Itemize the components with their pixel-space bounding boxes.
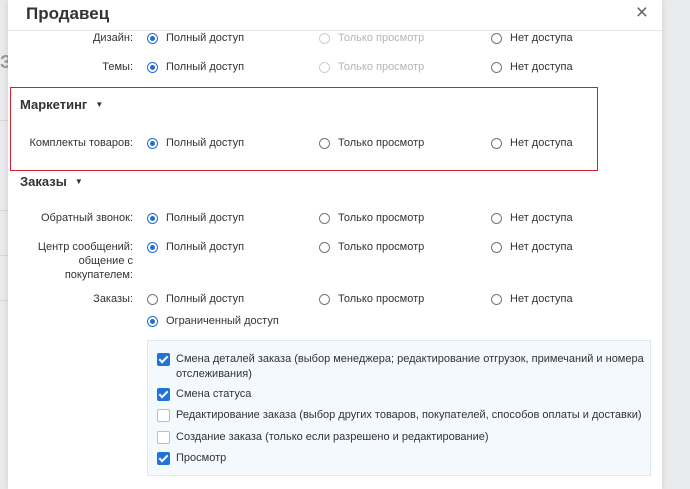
- dialog-title: Продавец: [26, 4, 110, 23]
- radio-full-access[interactable]: Полный доступ: [147, 212, 244, 225]
- checkbox-edit-order[interactable]: Редактирование заказа (выбор других това…: [157, 408, 642, 423]
- radio-limited-access[interactable]: Ограниченный доступ: [147, 315, 279, 328]
- radio-full-access[interactable]: Полный доступ: [147, 137, 244, 150]
- checkbox-icon[interactable]: [157, 388, 170, 401]
- row-label: Дизайн:: [92, 32, 133, 44]
- radio-view-only: Только просмотр: [319, 32, 424, 45]
- permissions-dialog: Продавец × Дизайн: Полный доступ Только …: [8, 0, 662, 489]
- caret-down-icon[interactable]: ▼: [95, 100, 103, 109]
- radio-full-access[interactable]: Полный доступ: [147, 61, 244, 74]
- checkbox-label: Смена деталей заказа (выбор менеджера; р…: [176, 353, 644, 380]
- radio-icon[interactable]: [491, 242, 502, 253]
- radio-no-access[interactable]: Нет доступа: [491, 137, 573, 150]
- radio-icon[interactable]: [491, 138, 502, 149]
- radio-icon: [319, 62, 330, 73]
- row-label: Темы:: [102, 61, 133, 73]
- close-icon[interactable]: ×: [636, 1, 648, 25]
- radio-icon[interactable]: [147, 316, 158, 327]
- checkbox-icon[interactable]: [157, 452, 170, 465]
- radio-icon[interactable]: [491, 213, 502, 224]
- section-marketing-toggle[interactable]: Маркетинг ▼: [20, 97, 103, 112]
- checkbox-change-order-details[interactable]: Смена деталей заказа (выбор менеджера; р…: [157, 352, 644, 382]
- radio-full-access[interactable]: Полный доступ: [147, 241, 244, 254]
- radio-no-access[interactable]: Нет доступа: [491, 241, 573, 254]
- limited-permissions-panel: Смена деталей заказа (выбор менеджера; р…: [147, 340, 651, 476]
- radio-icon[interactable]: [491, 294, 502, 305]
- radio-full-access[interactable]: Полный доступ: [147, 293, 244, 306]
- radio-icon[interactable]: [147, 138, 158, 149]
- radio-icon[interactable]: [319, 138, 330, 149]
- checkbox-icon[interactable]: [157, 353, 170, 366]
- checkbox-label: Смена статуса: [176, 388, 252, 400]
- radio-view-only[interactable]: Только просмотр: [319, 137, 424, 150]
- row-label: Центр сообщений:: [37, 241, 133, 253]
- radio-icon[interactable]: [319, 213, 330, 224]
- checkbox-label: Редактирование заказа (выбор других това…: [176, 409, 642, 421]
- caret-down-icon[interactable]: ▼: [75, 177, 83, 186]
- radio-icon[interactable]: [147, 33, 158, 44]
- row-label: Заказы:: [93, 293, 133, 305]
- section-title: Маркетинг: [20, 97, 88, 112]
- radio-icon[interactable]: [491, 62, 502, 73]
- radio-icon[interactable]: [147, 62, 158, 73]
- row-label: Комплекты товаров:: [29, 137, 133, 149]
- radio-icon[interactable]: [147, 294, 158, 305]
- radio-no-access[interactable]: Нет доступа: [491, 293, 573, 306]
- radio-icon[interactable]: [147, 213, 158, 224]
- radio-no-access[interactable]: Нет доступа: [491, 32, 573, 45]
- row-label: покупателем:: [64, 269, 133, 281]
- checkbox-label: Просмотр: [176, 452, 227, 464]
- radio-view-only[interactable]: Только просмотр: [319, 293, 424, 306]
- radio-icon: [319, 33, 330, 44]
- checkbox-change-status[interactable]: Смена статуса: [157, 387, 251, 402]
- row-label: общение с: [78, 255, 133, 267]
- checkbox-create-order[interactable]: Создание заказа (только если разрешено и…: [157, 430, 489, 445]
- dialog-header: Продавец ×: [8, 0, 662, 31]
- radio-icon[interactable]: [319, 242, 330, 253]
- radio-icon[interactable]: [319, 294, 330, 305]
- checkbox-view[interactable]: Просмотр: [157, 451, 226, 466]
- radio-no-access[interactable]: Нет доступа: [491, 61, 573, 74]
- radio-full-access[interactable]: Полный доступ: [147, 32, 244, 45]
- radio-icon[interactable]: [491, 33, 502, 44]
- section-title: Заказы: [20, 174, 67, 189]
- radio-no-access[interactable]: Нет доступа: [491, 212, 573, 225]
- section-orders-toggle[interactable]: Заказы ▼: [20, 174, 83, 189]
- radio-view-only: Только просмотр: [319, 61, 424, 74]
- row-label: Обратный звонок:: [40, 212, 133, 224]
- radio-view-only[interactable]: Только просмотр: [319, 212, 424, 225]
- checkbox-icon[interactable]: [157, 431, 170, 444]
- radio-icon[interactable]: [147, 242, 158, 253]
- checkbox-label: Создание заказа (только если разрешено и…: [176, 431, 489, 443]
- radio-view-only[interactable]: Только просмотр: [319, 241, 424, 254]
- checkbox-icon[interactable]: [157, 409, 170, 422]
